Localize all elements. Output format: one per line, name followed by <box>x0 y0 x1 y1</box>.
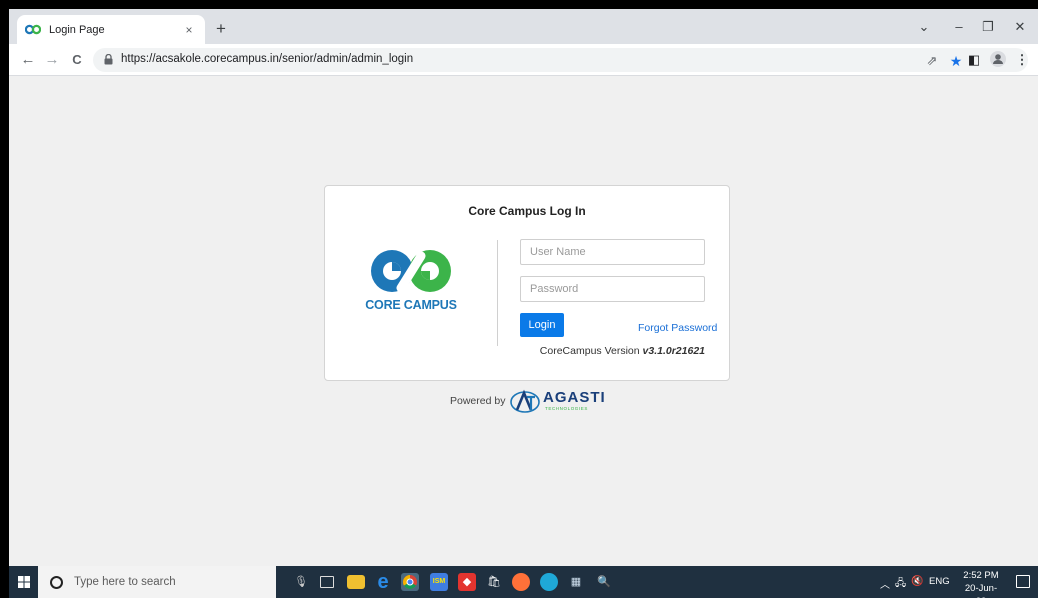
vertical-divider <box>497 240 498 346</box>
tab-strip: Login Page × + ⌄ – ❐ ✕ <box>9 9 1038 44</box>
network-icon[interactable]: 🖧 <box>895 576 906 593</box>
logo-text: CORE CAMPUS <box>365 298 457 312</box>
notification-center-icon[interactable] <box>1016 575 1030 588</box>
taskbar-clock[interactable]: 2:52 PM 20-Jun-23 <box>962 569 1000 598</box>
search-icon <box>50 575 63 589</box>
login-button[interactable]: Login <box>520 313 564 337</box>
agasti-brand-text: AGASTI <box>543 389 606 406</box>
windows-logo-icon[interactable] <box>9 566 38 598</box>
app-network-icon[interactable]: ▦ <box>567 573 585 591</box>
reload-button[interactable]: C <box>67 50 87 70</box>
corecampus-logo-mark-icon <box>371 250 451 293</box>
clock-time: 2:52 PM <box>963 570 999 581</box>
new-tab-button[interactable]: + <box>210 18 232 40</box>
firefox-icon[interactable] <box>512 573 530 591</box>
taskbar-search-box[interactable]: Type here to search <box>38 566 276 598</box>
app-search-icon[interactable]: 🔍 <box>595 573 613 591</box>
login-card: Core Campus Log In CORE CAMPUS Login For… <box>324 185 730 381</box>
browser-menu-icon[interactable]: ⋮ <box>1013 51 1031 69</box>
tab-close-icon[interactable]: × <box>181 23 197 37</box>
clock-date: 20-Jun-23 <box>964 583 998 598</box>
tab-title: Login Page <box>49 23 105 36</box>
screen: Login Page × + ⌄ – ❐ ✕ ← → C https://acs… <box>9 9 1038 598</box>
page-content: Core Campus Log In CORE CAMPUS Login For… <box>9 76 1038 566</box>
forward-button[interactable]: → <box>42 50 62 70</box>
version-info: CoreCampus Version v3.1.0r21621 <box>540 345 705 357</box>
profile-avatar-icon[interactable] <box>989 51 1007 69</box>
login-title: Core Campus Log In <box>468 204 586 218</box>
password-input[interactable] <box>520 276 705 302</box>
windows-taskbar: Type here to search 🎙 e ISM ◆ 🛍 ▦ 🔍 ︿ 🖧 … <box>9 566 1038 598</box>
tab-login-page[interactable]: Login Page × <box>17 15 205 44</box>
task-view-icon[interactable] <box>320 576 334 588</box>
close-window-button[interactable]: ✕ <box>1002 17 1038 37</box>
taskbar-search-placeholder: Type here to search <box>74 576 176 588</box>
agasti-brand-subtext: TECHNOLOGIES <box>545 406 588 411</box>
version-number: v3.1.0r21621 <box>642 345 705 357</box>
store-icon[interactable]: 🛍 <box>485 573 503 591</box>
browser-toolbar: ← → C https://acsakole.corecampus.in/sen… <box>9 44 1038 76</box>
app-ism-icon[interactable]: ISM <box>430 573 448 591</box>
edge-icon[interactable] <box>540 573 558 591</box>
restore-button[interactable]: ❐ <box>970 17 1006 37</box>
file-explorer-icon[interactable] <box>347 575 365 589</box>
volume-muted-icon[interactable]: 🔇 <box>911 576 923 587</box>
tab-search-dropdown-icon[interactable]: ⌄ <box>906 17 942 37</box>
corecampus-logo: CORE CAMPUS <box>361 248 461 316</box>
address-bar[interactable]: https://acsakole.corecampus.in/senior/ad… <box>93 48 1028 72</box>
ie-icon[interactable]: e <box>374 572 392 592</box>
agasti-logo: AGASTI TECHNOLOGIES <box>509 388 619 414</box>
forgot-password-link[interactable]: Forgot Password <box>638 322 717 334</box>
chrome-icon[interactable] <box>401 573 419 591</box>
system-tray: ︿ 🖧 🔇 ENG 2:52 PM 20-Jun-23 <box>878 566 1038 598</box>
side-panel-icon[interactable]: ◧ <box>965 51 983 69</box>
url-text: https://acsakole.corecampus.in/senior/ad… <box>121 53 414 65</box>
language-indicator[interactable]: ENG <box>929 576 950 587</box>
corecampus-favicon-icon <box>25 24 41 36</box>
share-icon[interactable]: ⇗ <box>923 52 941 70</box>
username-input[interactable] <box>520 239 705 265</box>
back-button[interactable]: ← <box>18 50 38 70</box>
powered-by-text: Powered by <box>450 395 506 407</box>
tray-chevron-up-icon[interactable]: ︿ <box>880 576 890 591</box>
cortana-mic-icon[interactable]: 🎙 <box>292 573 310 591</box>
bookmark-star-icon[interactable]: ★ <box>947 52 965 70</box>
app-anydesk-icon[interactable]: ◆ <box>458 573 476 591</box>
version-prefix: CoreCampus Version <box>539 345 643 357</box>
lock-icon <box>104 53 113 65</box>
